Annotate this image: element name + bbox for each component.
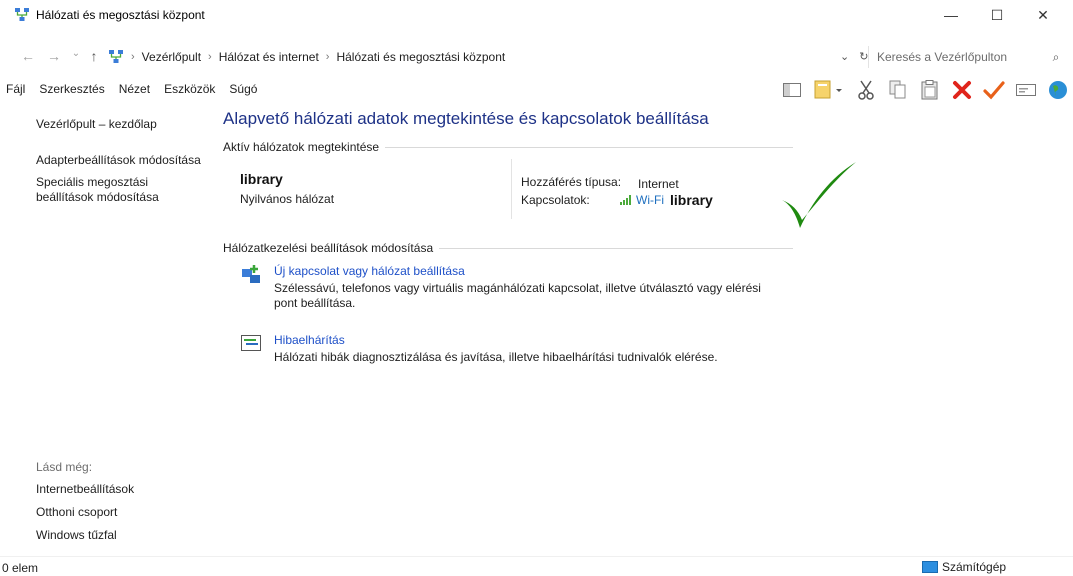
copy-icon[interactable] (886, 78, 910, 102)
link-internet-options[interactable]: Internetbeállítások (36, 482, 134, 497)
main-content: Alapvető hálózati adatok megtekintése és… (210, 104, 810, 554)
breadcrumb-network-internet[interactable]: Hálózat és internet (219, 50, 319, 64)
item-count: 0 elem (2, 561, 39, 575)
link-control-panel-home[interactable]: Vezérlőpult – kezdőlap (36, 117, 157, 132)
address-bar[interactable]: › Vezérlőpult › Hálózat és internet › Há… (108, 46, 868, 68)
active-networks-section: Aktív hálózatok megtekintése (223, 140, 793, 154)
menu-tools[interactable]: Eszközök (162, 82, 217, 100)
see-also-label: Lásd még: (36, 460, 93, 474)
active-networks-heading: Aktív hálózatok megtekintése (223, 140, 380, 154)
network-name: library (240, 171, 283, 187)
change-settings-section: Hálózatkezelési beállítások módosítása (223, 241, 793, 255)
connections-label: Kapcsolatok: (521, 193, 590, 207)
menu-help[interactable]: Súgó (227, 82, 259, 100)
breadcrumb-control-panel[interactable]: Vezérlőpult (142, 50, 201, 64)
globe-icon[interactable] (1046, 78, 1070, 102)
large-green-check-icon (782, 162, 856, 228)
chevron-right-icon[interactable]: › (326, 51, 330, 63)
search-icon[interactable]: ⌕ (1046, 50, 1066, 65)
menu-edit[interactable]: Szerkesztés (37, 82, 106, 100)
link-change-adapter-settings[interactable]: Adapterbeállítások módosítása (36, 153, 201, 168)
link-windows-firewall[interactable]: Windows tűzfal (36, 528, 117, 543)
rename-icon[interactable] (1014, 78, 1038, 102)
status-location-label: Számítógép (942, 560, 1007, 574)
link-homegroup[interactable]: Otthoni csoport (36, 505, 117, 520)
search-placeholder: Keresés a Vezérlőpulton (877, 50, 1008, 64)
network-type: Nyilvános hálózat (240, 192, 335, 206)
wifi-connection-link[interactable]: Wi-Fi (620, 193, 664, 207)
troubleshoot-link[interactable]: Hibaelhárítás (274, 333, 345, 347)
access-type-value: Internet (638, 177, 679, 191)
preview-pane-icon[interactable] (780, 78, 804, 102)
status-bar: 0 elem Számítógép (0, 556, 1073, 576)
breadcrumb-network-sharing-center[interactable]: Hálózati és megosztási központ (336, 50, 505, 64)
change-settings-heading: Hálózatkezelési beállítások módosítása (223, 241, 434, 255)
network-center-icon (15, 8, 29, 21)
menu-bar: Fájl Szerkesztés Nézet Eszközök Súgó (0, 82, 259, 100)
access-type-label: Hozzáférés típusa: (521, 175, 622, 189)
computer-icon (922, 561, 938, 573)
back-button[interactable]: ← (20, 48, 36, 66)
divider (511, 159, 512, 219)
network-center-icon (109, 50, 123, 63)
divider (385, 146, 793, 148)
properties-icon[interactable] (812, 78, 846, 102)
address-row: ← → ⌄ ↑ › Vezérlőpult › Hálózat és inter… (0, 44, 1073, 70)
new-connection-link[interactable]: Új kapcsolat vagy hálózat beállítása (274, 264, 465, 278)
cut-icon[interactable] (854, 78, 878, 102)
menu-file[interactable]: Fájl (4, 82, 27, 100)
close-button[interactable]: ✕ (1020, 0, 1066, 30)
wifi-link-text[interactable]: Wi-Fi (636, 193, 664, 207)
link-advanced-sharing-settings[interactable]: Speciális megosztási beállítások módosít… (36, 175, 159, 205)
new-connection-description: Szélessávú, telefonos vagy virtuális mag… (274, 281, 761, 310)
left-navigation-pane: Vezérlőpult – kezdőlap Adapterbeállításo… (0, 104, 210, 554)
recent-locations-button[interactable]: ⌄ (68, 48, 84, 66)
minimize-button[interactable]: — (928, 0, 974, 30)
window-title: Hálózati és megosztási központ (36, 8, 205, 22)
paste-icon[interactable] (918, 78, 942, 102)
divider (439, 247, 793, 249)
address-controls: ⌄ ↻ (840, 50, 868, 63)
page-title: Alapvető hálózati adatok megtekintése és… (223, 109, 709, 128)
wifi-signal-icon (620, 195, 631, 205)
title-bar: Hálózati és megosztási központ — ☐ ✕ (0, 0, 1073, 30)
troubleshoot-icon (241, 335, 261, 351)
chevron-right-icon[interactable]: › (131, 51, 135, 63)
status-location: Számítógép (922, 560, 1006, 574)
new-connection-icon (242, 265, 260, 283)
delete-icon[interactable] (950, 78, 974, 102)
toolbar (780, 76, 1070, 104)
up-button[interactable]: ↑ (86, 48, 102, 66)
check-icon[interactable] (982, 78, 1006, 102)
forward-button[interactable]: → (46, 48, 62, 66)
search-input[interactable]: Keresés a Vezérlőpulton ⌕ (868, 46, 1066, 68)
troubleshoot-description: Hálózati hibák diagnosztizálása és javít… (274, 350, 718, 364)
maximize-button[interactable]: ☐ (974, 0, 1020, 30)
chevron-right-icon[interactable]: › (208, 51, 212, 63)
connection-name: library (670, 192, 713, 208)
menu-view[interactable]: Nézet (117, 82, 152, 100)
address-dropdown-icon[interactable]: ⌄ (840, 50, 849, 63)
